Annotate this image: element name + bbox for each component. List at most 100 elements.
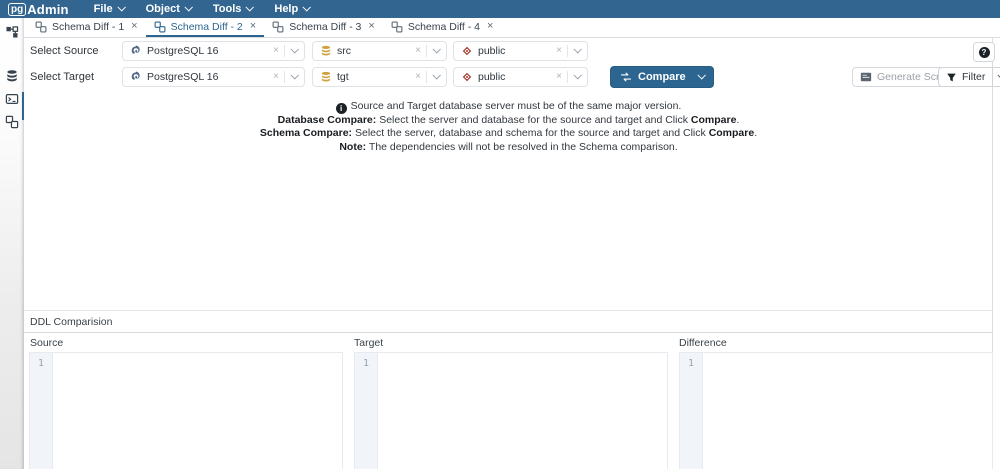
- compare-button[interactable]: Compare: [610, 66, 714, 88]
- tab-schema-diff-3[interactable]: Schema Diff - 3 ×: [264, 18, 383, 37]
- database-stack-icon[interactable]: [5, 69, 19, 83]
- filter-dropdown-button[interactable]: [992, 68, 1000, 86]
- ddl-difference-editor[interactable]: 1: [679, 352, 993, 469]
- close-icon[interactable]: ×: [368, 21, 374, 32]
- menu-list: File Object Tools Help: [83, 3, 321, 15]
- source-database-select[interactable]: src ×: [312, 41, 447, 61]
- line-number-gutter: 1: [30, 353, 53, 469]
- ddl-target-label: Target: [354, 337, 383, 349]
- pgadmin-logo: pg Admin: [8, 2, 69, 17]
- script-icon: [860, 71, 872, 83]
- chevron-down-icon[interactable]: [573, 45, 581, 53]
- close-icon[interactable]: ×: [131, 21, 137, 32]
- tab-schema-diff-4[interactable]: Schema Diff - 4 ×: [383, 18, 502, 37]
- chevron-down-icon: [303, 3, 311, 11]
- postgresql-server-icon: [130, 71, 142, 83]
- chevron-down-icon[interactable]: [290, 71, 298, 79]
- menu-tools[interactable]: Tools: [202, 3, 264, 15]
- close-icon[interactable]: ×: [250, 21, 256, 32]
- chevron-down-icon[interactable]: [573, 71, 581, 79]
- combo-divider: [567, 45, 568, 57]
- line-number: 1: [38, 358, 44, 369]
- schema-icon: [461, 71, 473, 83]
- close-icon[interactable]: ×: [487, 21, 493, 32]
- combo-divider: [284, 71, 285, 83]
- combo-value: src: [337, 45, 351, 57]
- combo-value: PostgreSQL 16: [147, 71, 218, 83]
- editor-content[interactable]: [53, 353, 342, 469]
- info-icon: i: [336, 103, 347, 114]
- chevron-down-icon[interactable]: [697, 71, 705, 79]
- database-icon: [320, 45, 332, 57]
- tab-label: Schema Diff - 1: [52, 21, 124, 33]
- help-icon: ?: [979, 47, 990, 58]
- schema-diff-tab-icon: [391, 21, 403, 33]
- target-database-select[interactable]: tgt ×: [312, 67, 447, 87]
- schema-icon: [461, 45, 473, 57]
- target-server-select[interactable]: PostgreSQL 16 ×: [122, 67, 305, 87]
- target-schema-select[interactable]: public ×: [453, 67, 588, 87]
- chevron-down-icon[interactable]: [290, 45, 298, 53]
- ddl-source-editor[interactable]: 1: [29, 352, 343, 469]
- line-number-gutter: 1: [680, 353, 703, 469]
- logo-pg-badge: pg: [8, 3, 26, 16]
- compare-icon: [620, 71, 632, 83]
- tab-label: Schema Diff - 4: [408, 21, 480, 33]
- menu-object[interactable]: Object: [135, 3, 202, 15]
- editor-content[interactable]: [703, 353, 992, 469]
- chevron-down-icon: [246, 3, 254, 11]
- line-number: 1: [688, 358, 694, 369]
- ddl-comparison-header: DDL Comparision: [24, 311, 993, 333]
- schema-diff-icon[interactable]: [5, 115, 19, 129]
- tab-label: Schema Diff - 3: [289, 21, 361, 33]
- combo-divider: [426, 71, 427, 83]
- dock-sidebar: [0, 18, 24, 469]
- menu-file[interactable]: File: [83, 3, 135, 15]
- terminal-icon[interactable]: [5, 92, 19, 106]
- select-target-label: Select Target: [30, 71, 94, 83]
- clear-icon[interactable]: ×: [273, 72, 279, 82]
- ddl-comparison-title: DDL Comparision: [30, 316, 112, 328]
- combo-value: public: [478, 45, 505, 57]
- pgadmin-window: pg Admin File Object Tools Help: [0, 0, 1000, 469]
- menu-help[interactable]: Help: [263, 3, 320, 15]
- instruction-line: Database Compare: Select the server and …: [24, 114, 993, 127]
- tab-schema-diff-1[interactable]: Schema Diff - 1 ×: [27, 18, 146, 37]
- compare-label: Compare: [638, 71, 686, 83]
- editor-content[interactable]: [378, 353, 667, 469]
- database-icon: [320, 71, 332, 83]
- filter-button: Filter: [938, 67, 1000, 87]
- clear-icon[interactable]: ×: [556, 46, 562, 56]
- ddl-source-label: Source: [30, 337, 63, 349]
- ddl-target-editor[interactable]: 1: [354, 352, 668, 469]
- chevron-down-icon[interactable]: [432, 71, 440, 79]
- clear-icon[interactable]: ×: [273, 46, 279, 56]
- instruction-line: iSource and Target database server must …: [24, 100, 993, 114]
- filter-icon: [946, 72, 957, 83]
- filter-main-button[interactable]: Filter: [939, 68, 992, 86]
- tab-bar: Schema Diff - 1 × Schema Diff - 2 × Sche…: [24, 18, 1000, 38]
- tab-label: Schema Diff - 2: [171, 21, 243, 33]
- ddl-difference-label: Difference: [679, 337, 727, 349]
- help-button[interactable]: ?: [973, 42, 995, 62]
- chevron-down-icon: [117, 3, 125, 11]
- combo-value: public: [478, 71, 505, 83]
- combo-divider: [426, 45, 427, 57]
- combo-value: tgt: [337, 71, 349, 83]
- clear-icon[interactable]: ×: [415, 72, 421, 82]
- instruction-line: Schema Compare: Select the server, datab…: [24, 127, 993, 140]
- tab-schema-diff-2[interactable]: Schema Diff - 2 ×: [146, 18, 265, 37]
- chevron-down-icon[interactable]: [432, 45, 440, 53]
- schema-diff-tab-icon: [35, 21, 47, 33]
- menubar: pg Admin File Object Tools Help: [0, 0, 1000, 18]
- instruction-line: Note: The dependencies will not be resol…: [24, 141, 993, 154]
- combo-divider: [284, 45, 285, 57]
- logo-admin-text: Admin: [27, 2, 68, 17]
- clear-icon[interactable]: ×: [415, 46, 421, 56]
- schema-diff-tab-icon: [272, 21, 284, 33]
- source-server-select[interactable]: PostgreSQL 16 ×: [122, 41, 305, 61]
- clear-icon[interactable]: ×: [556, 72, 562, 82]
- filter-label: Filter: [962, 71, 985, 83]
- object-explorer-icon[interactable]: [5, 25, 19, 39]
- source-schema-select[interactable]: public ×: [453, 41, 588, 61]
